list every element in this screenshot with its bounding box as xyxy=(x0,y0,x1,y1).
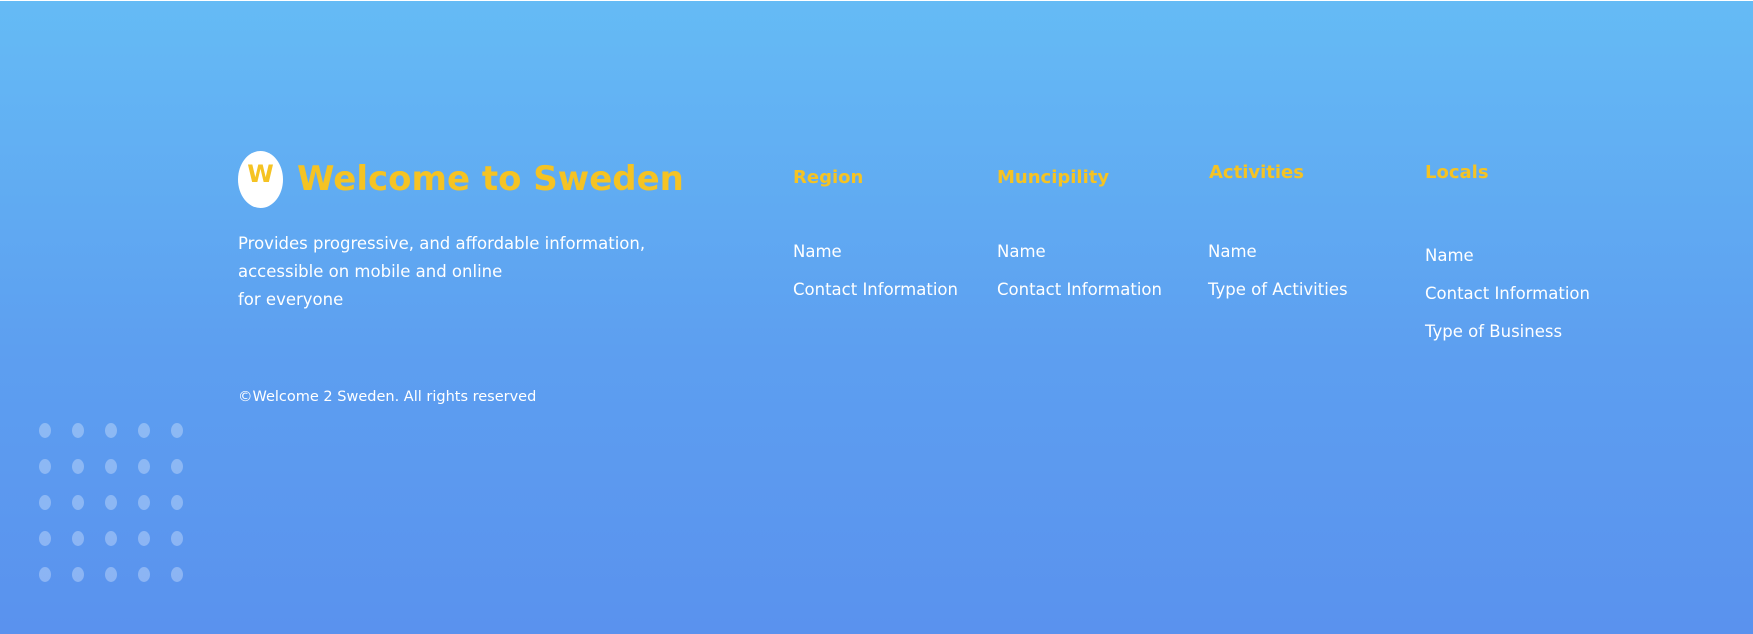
decorative-dot xyxy=(72,567,84,582)
column-links-activities: Name Type of Activities xyxy=(1208,242,1348,318)
column-heading-region: Region xyxy=(793,167,864,188)
decorative-dot xyxy=(39,567,51,582)
decorative-dot xyxy=(138,423,150,438)
decorative-dot xyxy=(138,567,150,582)
footer-column-activities: Activities Name Type of Activities xyxy=(1208,162,1348,299)
decorative-dot xyxy=(171,495,183,510)
decorative-dot xyxy=(105,531,117,546)
footer-column-muncipility: Muncipility Name Contact Information xyxy=(997,167,1162,299)
logo-letter: W xyxy=(247,159,274,188)
decorative-dot xyxy=(39,495,51,510)
decorative-dot xyxy=(138,459,150,474)
tagline-line: for everyone xyxy=(238,290,344,309)
brand-tagline: Provides progressive, and affordable inf… xyxy=(238,230,645,314)
tagline-line: accessible on mobile and online xyxy=(238,262,503,281)
column-heading-muncipility: Muncipility xyxy=(997,167,1110,188)
footer-column-locals: Locals Name Contact Information Type of … xyxy=(1425,162,1590,341)
decorative-dot xyxy=(171,567,183,582)
decorative-dot xyxy=(39,423,51,438)
tagline-line: Provides progressive, and affordable inf… xyxy=(238,234,646,253)
decorative-dot xyxy=(138,495,150,510)
copyright-text: ©Welcome 2 Sweden. All rights reserved xyxy=(238,389,537,405)
decorative-dot xyxy=(171,459,183,474)
footer-link-locals-name[interactable]: Name xyxy=(1425,246,1590,284)
decorative-dot xyxy=(72,423,84,438)
footer-link-muncipility-name[interactable]: Name xyxy=(997,242,1162,280)
decorative-dot xyxy=(105,567,117,582)
site-footer: W Welcome to Sweden Provides progressive… xyxy=(0,1,1753,634)
footer-link-activities-name[interactable]: Name xyxy=(1208,242,1348,280)
footer-link-muncipility-contact[interactable]: Contact Information xyxy=(997,280,1162,318)
footer-link-region-name[interactable]: Name xyxy=(793,242,958,280)
column-links-region: Name Contact Information xyxy=(793,242,958,318)
decorative-dot xyxy=(171,423,183,438)
decorative-dot xyxy=(105,459,117,474)
decorative-dot xyxy=(72,459,84,474)
dot-grid-icon xyxy=(39,423,189,588)
footer-link-locals-business[interactable]: Type of Business xyxy=(1425,322,1590,360)
column-heading-activities: Activities xyxy=(1209,162,1304,183)
brand-title[interactable]: Welcome to Sweden xyxy=(297,157,684,201)
w-logo-icon[interactable]: W xyxy=(238,151,283,208)
footer-column-region: Region Name Contact Information xyxy=(793,167,958,299)
decorative-dot xyxy=(72,495,84,510)
decorative-dot xyxy=(72,531,84,546)
column-links-locals: Name Contact Information Type of Busines… xyxy=(1425,246,1590,360)
decorative-dot xyxy=(105,495,117,510)
decorative-dot xyxy=(105,423,117,438)
decorative-dot xyxy=(138,531,150,546)
decorative-dot xyxy=(39,531,51,546)
footer-link-locals-contact[interactable]: Contact Information xyxy=(1425,284,1590,322)
decorative-dot xyxy=(171,531,183,546)
decorative-dot xyxy=(39,459,51,474)
footer-link-activities-type[interactable]: Type of Activities xyxy=(1208,280,1348,318)
column-heading-locals: Locals xyxy=(1425,162,1489,183)
column-links-muncipility: Name Contact Information xyxy=(997,242,1162,318)
footer-link-region-contact[interactable]: Contact Information xyxy=(793,280,958,318)
